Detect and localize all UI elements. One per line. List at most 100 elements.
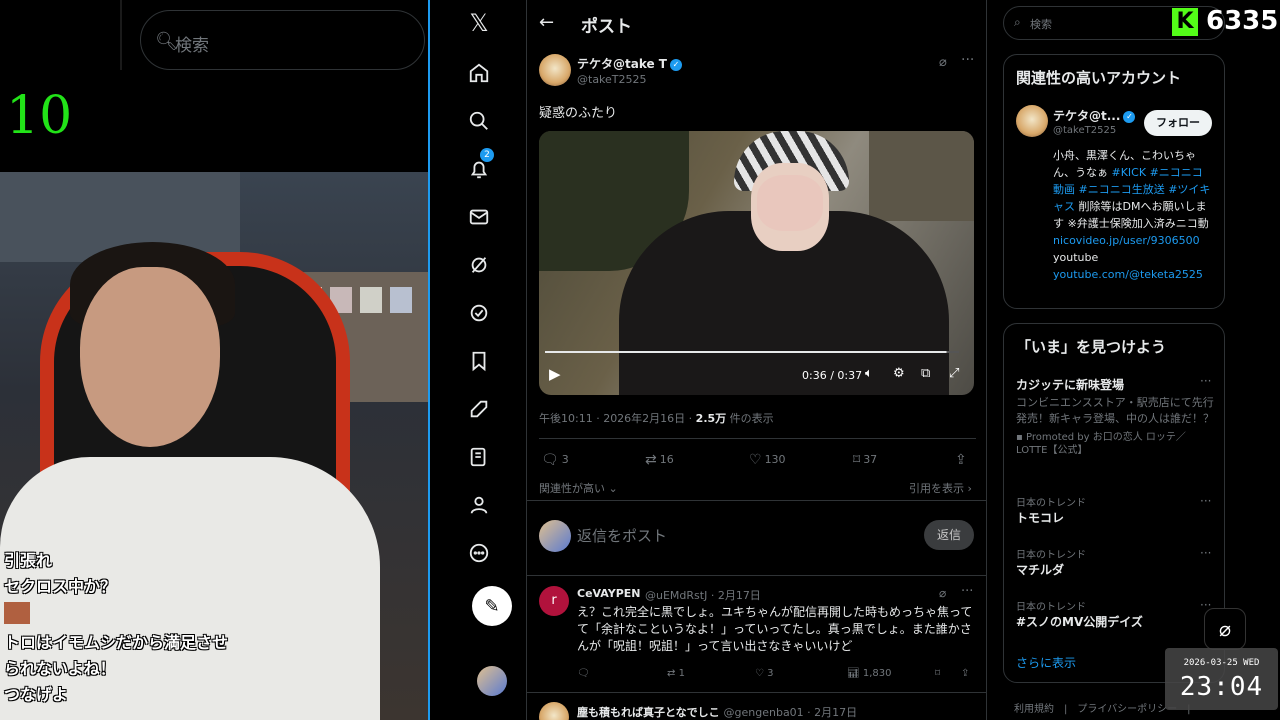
show-more-link[interactable]: さらに表示 <box>1016 654 1076 671</box>
video-time: 0:36 / 0:37 <box>802 369 863 382</box>
play-icon[interactable]: ▶ <box>549 365 561 383</box>
fullscreen-icon[interactable]: ⤢ <box>949 366 959 381</box>
grok-icon[interactable]: ⌀ <box>1204 608 1246 650</box>
grok-icon[interactable] <box>464 250 494 280</box>
post-timestamp[interactable]: 午後10:11 · 2026年2月16日 · <box>539 412 696 425</box>
bio-link[interactable]: youtube.com/@teketa2525 <box>1053 268 1203 281</box>
share-icon[interactable]: ⇪ <box>955 452 970 468</box>
sort-label: 関連性が高い <box>539 482 605 495</box>
bio-link[interactable]: nicovideo.jp/user/9306500 <box>1053 234 1200 247</box>
promoted-by-text: Promoted by お口の恋人 ロッテ／LOTTE【公式】 <box>1016 432 1186 456</box>
avatar[interactable]: r <box>539 586 569 616</box>
home-icon[interactable] <box>464 58 494 88</box>
settings-gear-icon[interactable]: ⚙ <box>893 366 905 381</box>
more-options-icon[interactable]: ··· <box>961 584 973 599</box>
search-placeholder: 検索 <box>1030 18 1052 31</box>
repost-button[interactable]: ⇄ 16 <box>645 452 674 468</box>
like-button[interactable]: ♡ 3 <box>755 668 774 679</box>
trend-name: マチルダ <box>1016 563 1065 577</box>
bookmark-button[interactable]: ⌑ 37 <box>853 452 877 468</box>
reply-author-handle[interactable]: @uEMdRstJ · 2月17日 <box>645 587 761 603</box>
reply-icon[interactable]: 🗨︎ <box>577 668 590 679</box>
bookmark-icon[interactable]: ⌑ <box>935 668 940 679</box>
trend-item[interactable]: 日本のトレンド #スノのMV公開デイズ <box>1016 598 1216 630</box>
reply-submit-button[interactable]: 返信 <box>924 520 974 550</box>
avatar[interactable] <box>477 666 507 696</box>
more-options-icon[interactable]: ··· <box>961 52 974 68</box>
avatar[interactable] <box>539 702 569 720</box>
divider <box>120 0 122 70</box>
verified-icon: ✓ <box>670 58 682 71</box>
card-title: 「いま」を見つけよう <box>1016 338 1167 356</box>
views-button[interactable]: 📊︎ 1,830 <box>847 668 892 679</box>
more-options-icon[interactable]: ··· <box>1200 546 1211 560</box>
reply-post[interactable]: r CeVAYPEN @uEMdRstJ · 2月17日 ⌀ ··· え？これ完… <box>527 575 986 693</box>
repost-count: 1 <box>678 668 685 679</box>
search-icon: ⌕ <box>1014 15 1021 29</box>
heart-icon: ♡ <box>749 452 762 468</box>
avatar <box>539 520 571 552</box>
account-bio: 小舟、黒澤くん、こわいちゃん、うなぁ #KICK #ニコニコ動画 #ニコニコ生放… <box>1053 147 1213 283</box>
avatar[interactable] <box>539 54 571 86</box>
grok-icon[interactable]: ⌀ <box>939 586 946 600</box>
bookmark-count: 37 <box>863 453 878 466</box>
reply-input[interactable]: 返信をポスト <box>577 525 667 546</box>
like-button[interactable]: ♡ 130 <box>749 452 786 468</box>
reply-sort-dropdown[interactable]: 関連性が高い ⌄ <box>539 480 618 496</box>
trend-item[interactable]: 日本のトレンド マチルダ <box>1016 546 1216 578</box>
bookmark-icon: ⌑ <box>853 452 861 468</box>
grok-icon[interactable]: ⌀ <box>939 55 947 70</box>
explore-icon[interactable] <box>464 106 494 136</box>
chat-emote <box>4 600 304 630</box>
avatar[interactable] <box>1016 105 1048 137</box>
stream-search-placeholder: 検索 <box>175 36 209 56</box>
next-reply-name: 塵も積もれば真子となでしこ <box>577 706 720 719</box>
post-compose-icon[interactable]: ✎ <box>472 586 512 626</box>
back-arrow-icon[interactable]: ← <box>539 12 554 33</box>
view-label: 件の表示 <box>726 412 774 425</box>
chat-line: つなげよ <box>4 685 69 704</box>
volume-icon[interactable]: 🔈︎ <box>865 366 873 381</box>
messages-icon[interactable] <box>464 202 494 232</box>
more-icon[interactable] <box>464 538 494 568</box>
stream-counter: 10 <box>6 86 73 146</box>
articles-icon[interactable] <box>464 442 494 472</box>
more-options-icon[interactable]: ··· <box>1200 494 1211 508</box>
reply-author-name[interactable]: CeVAYPEN <box>577 587 641 600</box>
follow-button[interactable]: フォロー <box>1144 110 1212 136</box>
video-progress-bar[interactable] <box>545 351 959 353</box>
account-name-text: テケタ@t... <box>1053 109 1121 123</box>
trend-item[interactable]: 日本のトレンド トモコレ <box>1016 494 1216 526</box>
profile-icon[interactable] <box>464 490 494 520</box>
card-title: 関連性の高いアカウント <box>1016 69 1182 87</box>
jobs-icon[interactable] <box>464 394 494 424</box>
view-quotes-link[interactable]: 引用を表示 › <box>909 480 972 496</box>
account-handle[interactable]: @takeT2525 <box>1053 125 1116 136</box>
repost-count: 16 <box>659 453 674 466</box>
premium-icon[interactable] <box>464 298 494 328</box>
clock-date: 2026-03-25 WED <box>1183 658 1260 668</box>
reply-author-name[interactable]: 塵も積もれば真子となでしこ @gengenba01 · 2月17日 <box>577 704 857 720</box>
author-name[interactable]: テケタ@take T ✓ <box>577 55 682 72</box>
clock-time: 23:04 <box>1179 672 1264 702</box>
viewer-count: 6335 <box>1206 6 1279 36</box>
promoted-by: ▪ Promoted by お口の恋人 ロッテ／LOTTE【公式】 <box>1016 431 1216 457</box>
account-name[interactable]: テケタ@t... ✓ <box>1053 107 1136 124</box>
more-options-icon[interactable]: ··· <box>1200 374 1211 388</box>
notifications-icon[interactable]: 2 <box>464 148 494 184</box>
share-icon[interactable]: ⇪ <box>961 668 969 679</box>
chat-line: 引張れ <box>4 551 53 570</box>
video-player[interactable]: ▶ 0:36 / 0:37 🔈︎ ⚙ ⧉ ⤢ <box>539 131 974 395</box>
x-logo-icon[interactable]: 𝕏 <box>464 8 494 38</box>
promoted-trend[interactable]: カジッテに新味登場 コンビニエンスストア・駅売店にて先行発売！新キャラ登場、中の… <box>1016 376 1216 457</box>
repost-button[interactable]: ⇄ 1 <box>667 668 685 679</box>
pip-icon[interactable]: ⧉ <box>921 366 930 381</box>
bio-text: youtube <box>1053 251 1099 264</box>
repost-icon: ⇄ <box>645 452 657 468</box>
post-text: 疑惑のふたり <box>539 106 618 121</box>
author-handle[interactable]: @takeT2525 <box>577 73 647 86</box>
reply-button[interactable]: 🗨︎ 3 <box>541 452 569 468</box>
bookmarks-icon[interactable] <box>464 346 494 376</box>
main-header: ← ポスト <box>527 0 986 46</box>
page-title: ポスト <box>581 17 632 37</box>
